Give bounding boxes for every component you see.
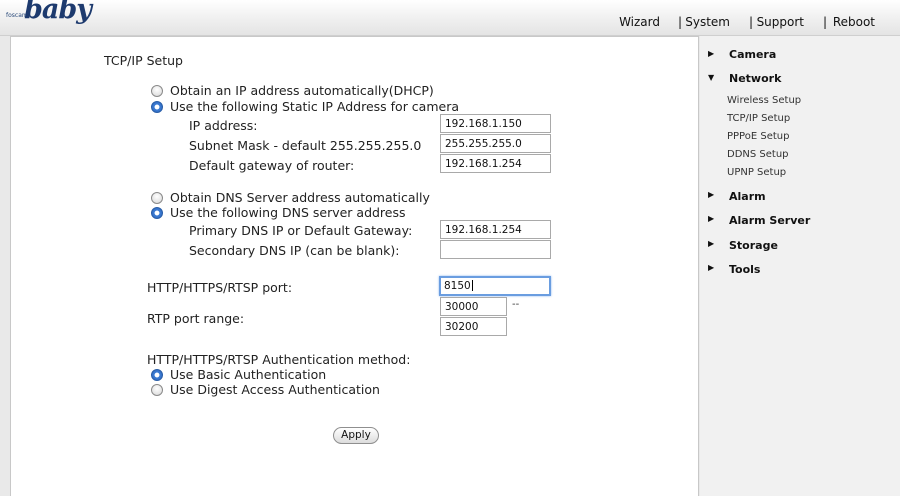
auth-method-label: HTTP/HTTPS/RTSP Authentication method: (147, 352, 411, 367)
primary-dns-input[interactable]: 192.168.1.254 (440, 220, 551, 239)
sidebar: ▶ Camera ▼ Network Wireless Setup TCP/IP… (700, 36, 900, 496)
ip-address-input[interactable]: 192.168.1.150 (440, 114, 551, 133)
rtp-end-input[interactable]: 30200 (440, 317, 507, 336)
dhcp-label: Obtain an IP address automatically(DHCP) (170, 83, 434, 98)
logo-text: baby (24, 0, 92, 25)
subnet-mask-input[interactable]: 255.255.255.0 (440, 134, 551, 153)
triangle-right-icon[interactable]: ▶ (708, 214, 714, 223)
gateway-input[interactable]: 192.168.1.254 (440, 154, 551, 173)
sidebar-item-wireless-setup[interactable]: Wireless Setup (727, 95, 801, 106)
triangle-right-icon[interactable]: ▶ (708, 49, 714, 58)
nav-separator: | (677, 15, 682, 29)
dhcp-radio[interactable] (151, 85, 163, 97)
sidebar-alarm-server[interactable]: Alarm Server (729, 214, 810, 227)
dns-manual-radio[interactable] (151, 207, 163, 219)
secondary-dns-input[interactable] (440, 240, 551, 259)
sidebar-item-pppoe-setup[interactable]: PPPoE Setup (727, 131, 789, 142)
gateway-label: Default gateway of router: (189, 158, 355, 173)
page-title: TCP/IP Setup (104, 53, 183, 68)
triangle-right-icon[interactable]: ▶ (708, 263, 714, 272)
rtp-start-input[interactable]: 30000 (440, 297, 507, 316)
static-ip-label: Use the following Static IP Address for … (170, 99, 460, 114)
basic-auth-label: Use Basic Authentication (170, 367, 327, 382)
digest-auth-label: Use Digest Access Authentication (170, 382, 380, 397)
digest-auth-radio[interactable] (151, 384, 163, 396)
http-port-value: 8150 (444, 280, 471, 292)
sidebar-network[interactable]: Network (729, 72, 781, 85)
dns-auto-label: Obtain DNS Server address automatically (170, 190, 430, 205)
nav-system[interactable]: System (685, 15, 730, 29)
sidebar-item-tcpip-setup[interactable]: TCP/IP Setup (727, 113, 790, 124)
triangle-right-icon[interactable]: ▶ (708, 190, 714, 199)
http-port-input[interactable]: 8150 (439, 276, 551, 296)
sidebar-alarm[interactable]: Alarm (729, 190, 766, 203)
sidebar-storage[interactable]: Storage (729, 239, 778, 252)
nav-wizard[interactable]: Wizard (619, 15, 660, 29)
triangle-down-icon[interactable]: ▼ (708, 73, 714, 82)
http-port-label: HTTP/HTTPS/RTSP port: (147, 280, 293, 295)
nav-separator: | (748, 15, 753, 29)
dns-auto-radio[interactable] (151, 192, 163, 204)
secondary-dns-label: Secondary DNS IP (can be blank): (189, 243, 400, 258)
subnet-mask-label: Subnet Mask - default 255.255.255.0 (189, 138, 422, 153)
sidebar-item-upnp-setup[interactable]: UPNP Setup (727, 167, 786, 178)
primary-dns-label: Primary DNS IP or Default Gateway: (189, 223, 413, 238)
nav-reboot[interactable]: Reboot (833, 15, 875, 29)
text-caret (471, 280, 473, 291)
rtp-range-separator: -- (512, 299, 520, 310)
sidebar-tools[interactable]: Tools (729, 263, 760, 276)
nav-support[interactable]: Support (757, 15, 804, 29)
triangle-right-icon[interactable]: ▶ (708, 239, 714, 248)
apply-button[interactable]: Apply (333, 427, 379, 444)
logo[interactable]: foscam baby (6, 0, 92, 34)
nav-separator: | (822, 15, 827, 29)
sidebar-camera[interactable]: Camera (729, 48, 776, 61)
dns-manual-label: Use the following DNS server address (170, 205, 406, 220)
static-ip-radio[interactable] (151, 101, 163, 113)
ip-address-label: IP address: (189, 118, 258, 133)
basic-auth-radio[interactable] (151, 369, 163, 381)
top-bar: foscam baby Wizard | System | Support | … (0, 0, 900, 36)
sidebar-item-ddns-setup[interactable]: DDNS Setup (727, 149, 789, 160)
rtp-range-label: RTP port range: (147, 311, 245, 326)
